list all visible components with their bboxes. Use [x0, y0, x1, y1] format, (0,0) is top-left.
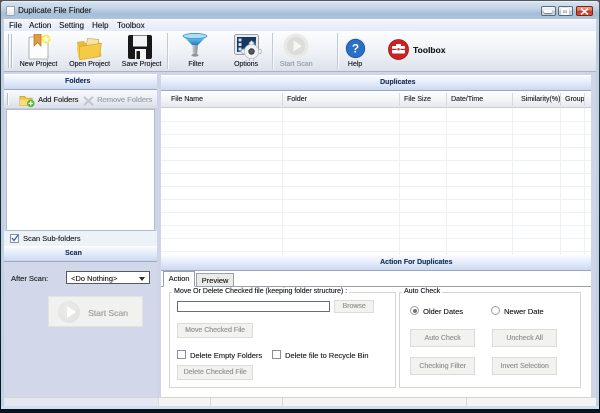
svg-text:?: ? [352, 42, 359, 56]
